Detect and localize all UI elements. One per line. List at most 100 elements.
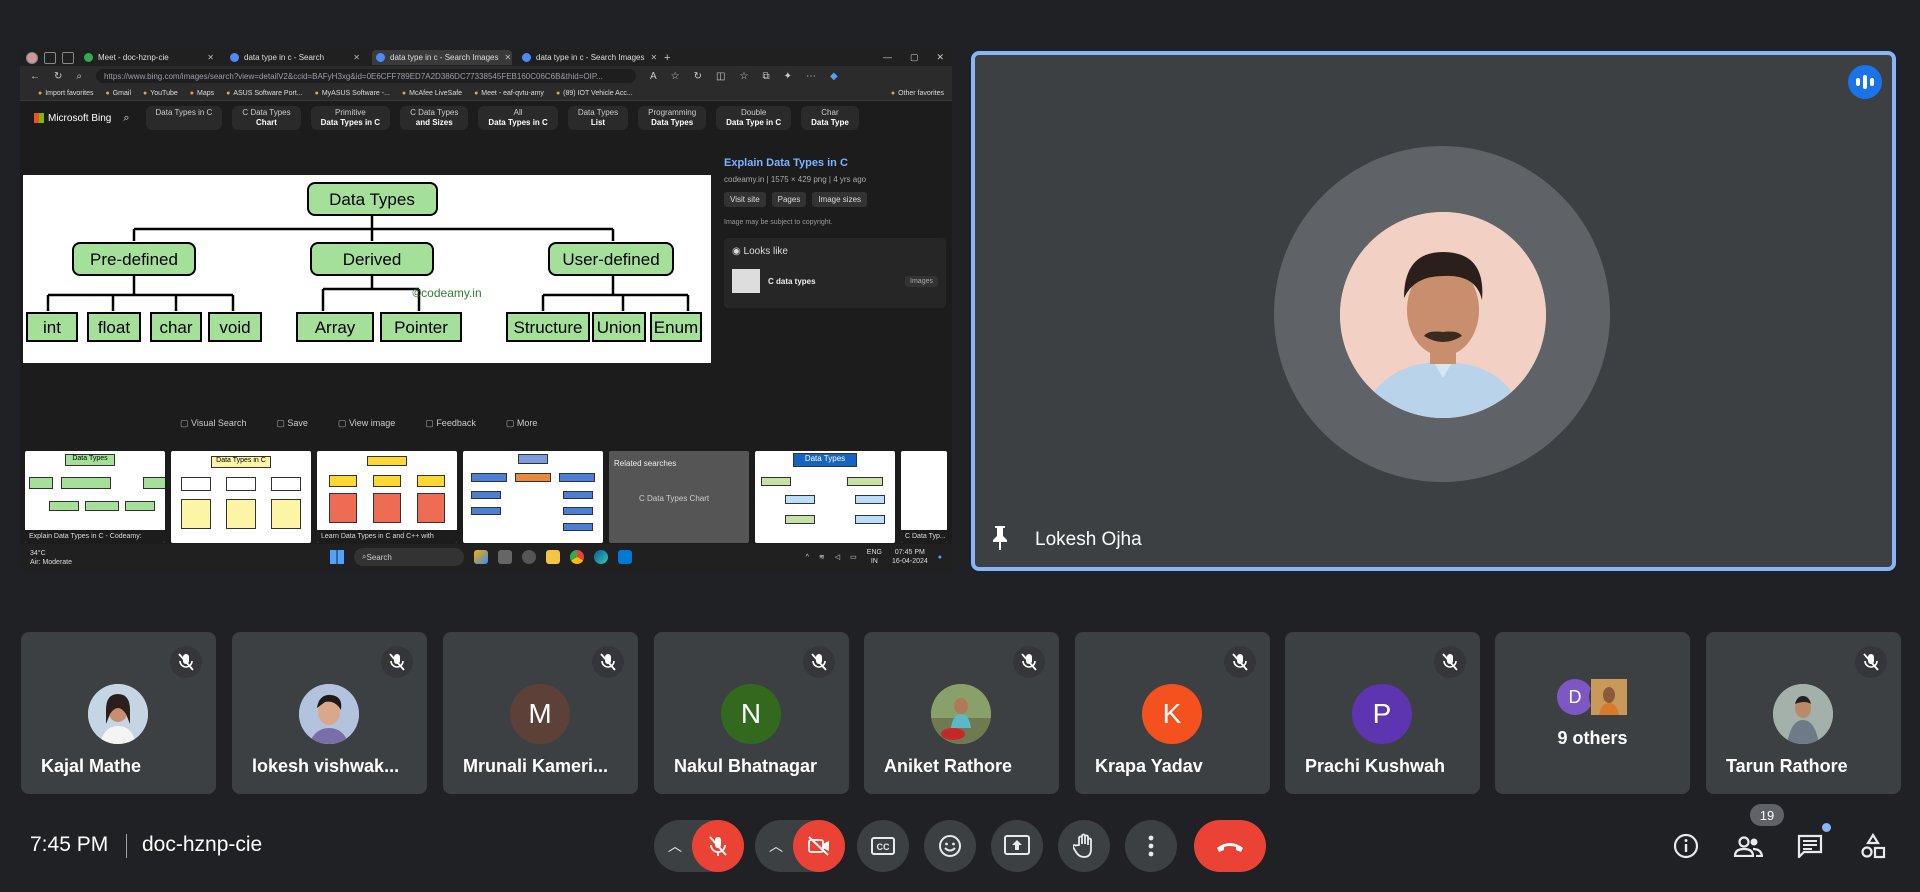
back-icon[interactable]: ← <box>30 71 40 82</box>
activities-button[interactable] <box>1857 830 1889 862</box>
related-chip[interactable]: Primitive Data Types in C <box>310 106 391 130</box>
menu-icon[interactable]: ⋯ <box>806 71 816 82</box>
profile-icon[interactable] <box>26 51 38 64</box>
active-speaker-tile[interactable]: Lokesh Ojha <box>971 51 1896 571</box>
related-chip[interactable]: All Data Types in C <box>478 106 558 130</box>
visual-search-action[interactable]: Visual Search <box>180 418 246 429</box>
image-thumbnail[interactable]: Data Types Explain Data Types in C - Cod… <box>25 451 165 543</box>
other-favorites[interactable]: Other favorites <box>891 90 944 97</box>
camera-toggle-button[interactable] <box>793 820 845 872</box>
taskbar-search[interactable]: ⌕ Search <box>354 548 464 566</box>
chat-button[interactable] <box>1794 830 1826 862</box>
browser-tab[interactable]: data type in c - Search ✕ <box>226 50 366 65</box>
others-tile[interactable]: D 9 others <box>1495 632 1690 794</box>
favorite-item[interactable]: Import favorites <box>38 90 93 97</box>
more-action[interactable]: More <box>506 418 538 429</box>
battery-icon[interactable]: ▭ <box>850 553 857 562</box>
notification-bell-icon[interactable]: ● <box>938 553 942 562</box>
tab-close-icon[interactable]: ✕ <box>353 53 360 62</box>
participant-tile[interactable]: N Nakul Bhatnagar <box>654 632 849 794</box>
camera-options-chevron-icon[interactable]: ︿ <box>769 836 783 856</box>
reactions-button[interactable] <box>924 820 976 872</box>
image-preview[interactable]: Data Types Pre-defined Derived User-defi… <box>23 175 711 363</box>
browser-tab[interactable]: data type in c - Search Images ✕ <box>518 50 658 65</box>
screen-share-tile[interactable]: Meet - doc-hznp-cie ✕ data type in c - Se… <box>20 49 952 571</box>
participant-tile[interactable]: lokesh vishwak... <box>232 632 427 794</box>
browser-tab[interactable]: Meet - doc-hznp-cie ✕ <box>80 50 220 65</box>
tab-close-icon[interactable]: ✕ <box>505 53 512 62</box>
minimize-icon[interactable]: — <box>883 52 892 63</box>
image-thumbnail[interactable]: Data Types in C <box>171 451 311 543</box>
weather-widget[interactable]: 34°C Air: Moderate <box>30 549 72 567</box>
language-indicator[interactable]: ENG IN <box>867 548 882 566</box>
wifi-icon[interactable]: ≋ <box>819 553 825 562</box>
related-chip[interactable]: C Data Types and Sizes <box>400 106 469 130</box>
leave-call-button[interactable] <box>1194 820 1266 872</box>
pin-icon[interactable] <box>989 524 1011 555</box>
save-action[interactable]: Save <box>276 418 308 429</box>
participant-tile[interactable]: Aniket Rathore <box>864 632 1059 794</box>
captions-button[interactable]: CC <box>857 820 909 872</box>
tray-chevron-icon[interactable]: ^ <box>806 553 809 562</box>
chrome-icon[interactable] <box>570 550 584 564</box>
images-tag[interactable]: Images <box>905 275 938 287</box>
image-thumbnail[interactable]: C Data Typ... <box>901 451 947 543</box>
visit-site-button[interactable]: Visit site <box>724 192 766 207</box>
feedback-action[interactable]: Feedback <box>425 418 476 429</box>
favorite-item[interactable]: ASUS Software Port... <box>226 90 302 97</box>
favorite-star-icon[interactable]: ☆ <box>671 71 680 82</box>
tab-close-icon[interactable]: ✕ <box>207 53 214 62</box>
file-explorer-icon[interactable] <box>546 550 560 564</box>
related-searches-card[interactable]: Related searches C Data Types Chart <box>609 451 749 543</box>
new-tab-icon[interactable]: + <box>664 52 670 64</box>
related-chip[interactable]: Char Data Type <box>801 106 859 130</box>
people-button[interactable] <box>1732 830 1764 862</box>
more-options-button[interactable] <box>1125 820 1177 872</box>
participant-tile[interactable]: Tarun Rathore <box>1706 632 1901 794</box>
looks-like-item[interactable]: C data types Images <box>732 269 938 293</box>
tab-actions-icon[interactable] <box>62 51 74 64</box>
favorite-item[interactable]: Gmail <box>105 90 131 97</box>
participant-tile[interactable]: K Krapa Yadav <box>1075 632 1270 794</box>
participant-tile[interactable]: M Mrunali Kameri... <box>443 632 638 794</box>
task-view-icon[interactable] <box>498 550 512 564</box>
settings-app-icon[interactable] <box>522 550 536 564</box>
search-icon[interactable]: ⌕ <box>76 71 82 82</box>
related-chip[interactable]: C Data Types Chart <box>232 106 301 130</box>
mic-options-chevron-icon[interactable]: ︿ <box>668 836 682 856</box>
copilot-app-icon[interactable] <box>474 550 488 564</box>
image-thumbnail[interactable]: Data Types <box>755 451 895 543</box>
favorite-item[interactable]: Maps <box>190 90 214 97</box>
url-field[interactable]: https://www.bing.com/images/search?view=… <box>96 69 636 83</box>
maximize-icon[interactable]: ▢ <box>910 52 919 63</box>
collections-icon[interactable]: ⧉ <box>762 71 769 82</box>
related-chip[interactable]: Double Data Type in C <box>716 106 792 130</box>
related-chip[interactable]: Programming Data Types <box>638 106 707 130</box>
raise-hand-button[interactable] <box>1058 820 1110 872</box>
workspaces-icon[interactable] <box>44 51 56 64</box>
favorite-item[interactable]: Meet - eaf-qvtu-amy <box>474 90 544 97</box>
image-thumbnail[interactable]: Learn Data Types in C and C++ with <box>317 451 457 543</box>
present-screen-button[interactable] <box>991 820 1043 872</box>
browser-tab-active[interactable]: data type in c - Search Images ✕ <box>372 50 512 65</box>
pages-button[interactable]: Pages <box>771 192 807 207</box>
favorite-item[interactable]: McAfee LiveSafe <box>402 90 462 97</box>
related-chip[interactable]: Data Types List <box>567 106 629 130</box>
extensions-icon[interactable]: ✦ <box>784 71 792 82</box>
vscode-icon[interactable] <box>618 550 632 564</box>
related-search-item[interactable]: C Data Types Chart <box>639 494 709 503</box>
windows-start-icon[interactable] <box>330 550 344 564</box>
clock[interactable]: 07:45 PM 16-04-2024 <box>892 548 928 566</box>
mic-toggle-button[interactable] <box>692 820 744 872</box>
favorite-item[interactable]: MyASUS Software -... <box>315 90 390 97</box>
search-icon[interactable]: ⌕ <box>123 112 129 125</box>
bing-logo[interactable]: Microsoft Bing <box>34 113 111 124</box>
edge-icon[interactable] <box>594 550 608 564</box>
image-sizes-button[interactable]: Image sizes <box>812 192 868 207</box>
refresh-page-icon[interactable]: ↻ <box>694 71 702 82</box>
related-chip[interactable]: Data Types in C <box>145 106 223 130</box>
image-thumbnail[interactable] <box>463 451 603 543</box>
participant-tile[interactable]: P Prachi Kushwah <box>1285 632 1480 794</box>
copilot-icon[interactable]: ◆ <box>830 71 838 82</box>
split-screen-icon[interactable]: ◫ <box>716 71 725 82</box>
